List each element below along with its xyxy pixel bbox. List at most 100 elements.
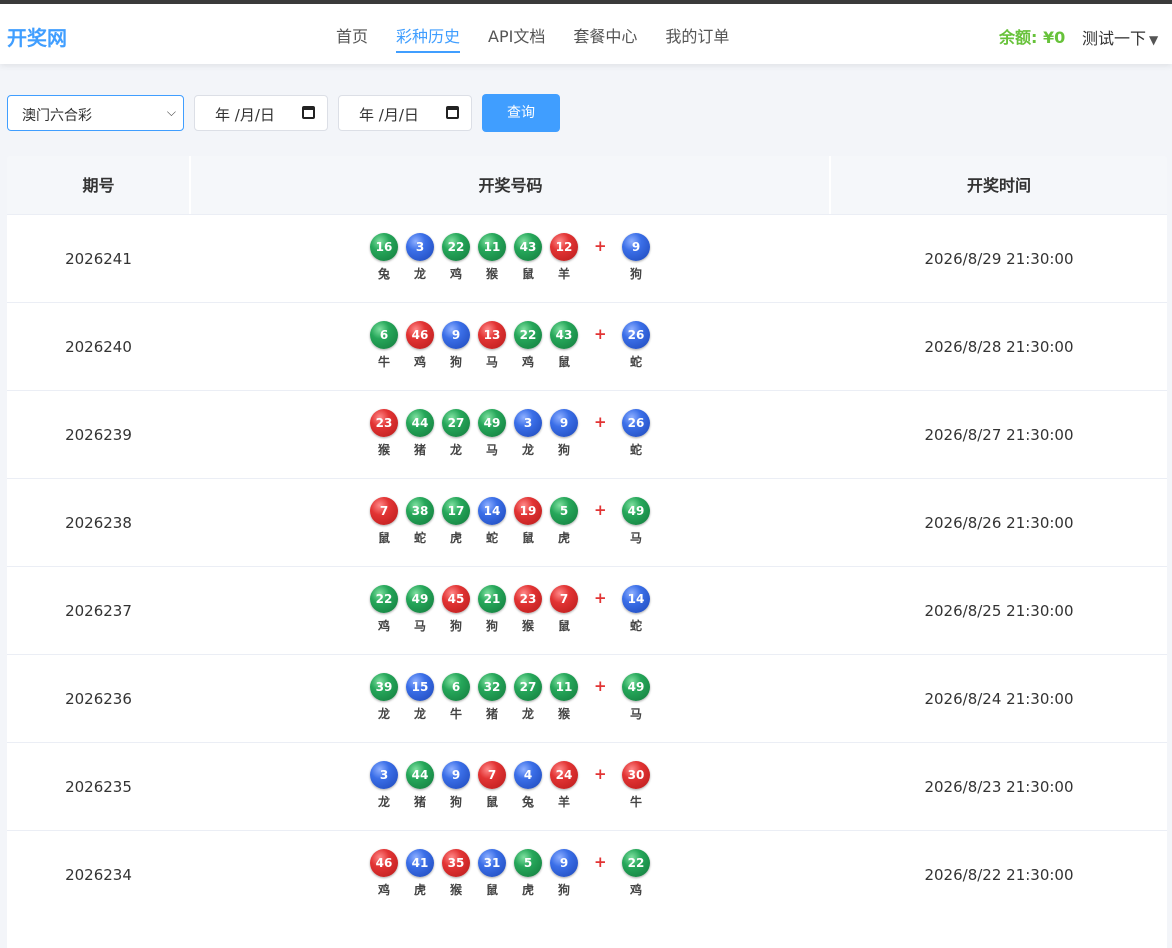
zodiac-label: 鼠 xyxy=(521,267,534,281)
zodiac-label: 龙 xyxy=(377,795,390,809)
top-navbar: 开奖网 首页 彩种历史 API文档 套餐中心 我的订单 余额: ¥0 测试一下 ▼ xyxy=(0,0,1172,64)
zodiac-label: 马 xyxy=(629,707,642,721)
zodiac-label: 蛇 xyxy=(629,443,642,457)
plus-sign: + xyxy=(594,765,607,783)
plus-sign: + xyxy=(594,501,607,519)
ball-number: 3 xyxy=(406,233,434,261)
zodiac-label: 龙 xyxy=(413,707,426,721)
zodiac-label: 狗 xyxy=(449,619,462,633)
nav-lottery-history[interactable]: 彩种历史 xyxy=(396,4,461,53)
lottery-ball: 5虎 xyxy=(549,497,579,546)
start-date-placeholder: 年 /月/日 xyxy=(215,106,275,124)
lottery-ball: 11 猴 xyxy=(477,233,507,282)
plus-sign: + xyxy=(594,853,607,871)
ball-number: 16 xyxy=(370,233,398,261)
draw-time: 2026/8/27 21:30:00 xyxy=(924,426,1074,444)
nav-packages[interactable]: 套餐中心 xyxy=(573,4,637,53)
zodiac-label: 狗 xyxy=(449,355,462,369)
end-date-input[interactable]: 年 /月/日 xyxy=(338,95,472,131)
table-row: 2026235 3 龙 44 猪 9 狗 7 鼠 4 兔 24 羊 +30 牛 2026/8/23 21:30… xyxy=(7,742,1167,830)
draw-time: 2026/8/25 21:30:00 xyxy=(924,602,1074,620)
zodiac-label: 龙 xyxy=(449,443,462,457)
issue-number: 2026239 xyxy=(65,426,132,444)
lottery-ball: 43 鼠 xyxy=(549,321,579,370)
ball-number: 7 xyxy=(370,497,398,525)
lottery-ball: 21 狗 xyxy=(477,585,507,634)
user-name: 测试一下 xyxy=(1082,29,1147,48)
ball-number: 46 xyxy=(406,321,434,349)
lottery-select[interactable]: 澳门六合彩 ⌵ xyxy=(7,95,184,131)
balance-display: 余额: ¥0 xyxy=(999,28,1066,47)
plus-sign: + xyxy=(594,325,607,343)
zodiac-label: 猪 xyxy=(413,443,426,457)
lottery-ball: 44 猪 xyxy=(405,761,435,810)
main-nav: 首页 彩种历史 API文档 套餐中心 我的订单 xyxy=(322,4,743,64)
site-logo[interactable]: 开奖网 xyxy=(7,22,67,51)
zodiac-label: 羊 xyxy=(557,795,570,809)
zodiac-label: 牛 xyxy=(629,795,642,809)
nav-api-docs[interactable]: API文档 xyxy=(488,4,545,53)
ball-number: 49 xyxy=(406,585,434,613)
lottery-ball: 9狗 xyxy=(549,409,579,458)
ball-number: 44 xyxy=(406,761,434,789)
ball-number: 7 xyxy=(550,585,578,613)
ball-number: 49 xyxy=(622,497,650,525)
zodiac-label: 鼠 xyxy=(557,619,570,633)
zodiac-label: 虎 xyxy=(413,883,426,897)
ball-number: 19 xyxy=(514,497,542,525)
ball-number: 3 xyxy=(514,409,542,437)
lottery-ball: 24 羊 xyxy=(549,761,579,810)
start-date-input[interactable]: 年 /月/日 xyxy=(194,95,328,131)
column-numbers: 开奖号码 xyxy=(191,156,830,214)
lottery-ball: 23 猴 xyxy=(369,409,399,458)
zodiac-label: 马 xyxy=(413,619,426,633)
ball-number: 14 xyxy=(478,497,506,525)
zodiac-label: 鸡 xyxy=(449,267,462,281)
ball-number: 21 xyxy=(478,585,506,613)
lottery-ball: 22 鸡 xyxy=(513,321,543,370)
ball-number: 26 xyxy=(622,321,650,349)
ball-number: 9 xyxy=(442,321,470,349)
zodiac-label: 鼠 xyxy=(485,883,498,897)
lottery-ball: 41 虎 xyxy=(405,849,435,898)
zodiac-label: 狗 xyxy=(557,883,570,897)
zodiac-label: 马 xyxy=(485,355,498,369)
lottery-ball: 16 兔 xyxy=(369,233,399,282)
table-header: 期号 开奖号码 开奖时间 xyxy=(7,156,1167,214)
table-row: 2026240 6 牛 46 鸡 9 狗 13 马 22 鸡 43 鼠 +26 蛇 2026/8/28 21:… xyxy=(7,302,1167,390)
zodiac-label: 蛇 xyxy=(413,531,426,545)
lottery-ball: 19 鼠 xyxy=(513,497,543,546)
lottery-ball: 43 鼠 xyxy=(513,233,543,282)
draw-time: 2026/8/23 21:30:00 xyxy=(924,778,1074,796)
zodiac-label: 狗 xyxy=(449,795,462,809)
plus-sign: + xyxy=(594,677,607,695)
ball-number: 41 xyxy=(406,849,434,877)
calendar-icon[interactable] xyxy=(302,106,315,119)
lottery-ball: 6牛 xyxy=(441,673,471,722)
draw-time: 2026/8/24 21:30:00 xyxy=(924,690,1074,708)
zodiac-label: 龙 xyxy=(377,707,390,721)
ball-number: 13 xyxy=(478,321,506,349)
ball-number: 5 xyxy=(514,849,542,877)
calendar-icon[interactable] xyxy=(446,106,459,119)
lottery-ball: 9狗 xyxy=(549,849,579,898)
special-ball: 22 鸡 xyxy=(621,849,651,898)
lottery-ball: 27 龙 xyxy=(513,673,543,722)
query-button[interactable]: 查询 xyxy=(482,94,560,132)
ball-number: 32 xyxy=(478,673,506,701)
ball-number: 27 xyxy=(514,673,542,701)
ball-number: 23 xyxy=(514,585,542,613)
nav-my-orders[interactable]: 我的订单 xyxy=(665,4,729,53)
zodiac-label: 鸡 xyxy=(629,883,642,897)
lottery-ball: 17 虎 xyxy=(441,497,471,546)
lottery-ball: 27 龙 xyxy=(441,409,471,458)
lottery-ball: 12 羊 xyxy=(549,233,579,282)
ball-number: 45 xyxy=(442,585,470,613)
ball-number: 17 xyxy=(442,497,470,525)
user-menu[interactable]: 测试一下 ▼ xyxy=(1082,25,1158,49)
lottery-ball: 45 狗 xyxy=(441,585,471,634)
ball-number: 26 xyxy=(622,409,650,437)
lottery-ball: 4兔 xyxy=(513,761,543,810)
nav-home[interactable]: 首页 xyxy=(336,4,368,53)
ball-number: 6 xyxy=(370,321,398,349)
